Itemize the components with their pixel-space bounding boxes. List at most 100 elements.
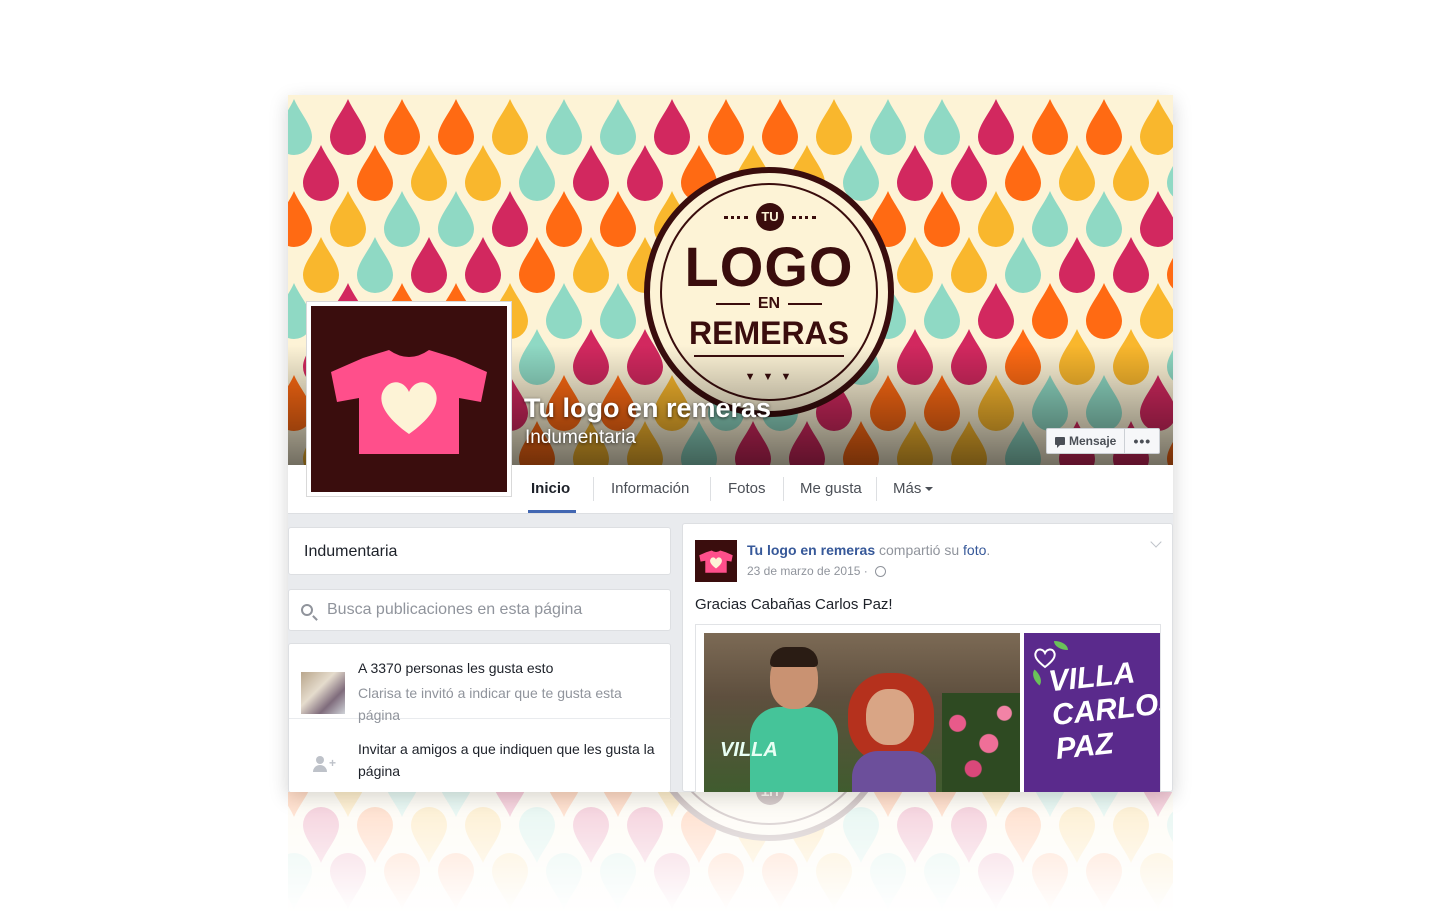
raindrop <box>411 145 447 201</box>
raindrop <box>924 191 960 247</box>
raindrop <box>1167 258 1173 289</box>
tab-fotos[interactable]: Fotos <box>728 465 766 513</box>
likes-count[interactable]: A 3370 personas les gusta esto <box>358 660 553 676</box>
tab-mas[interactable]: Más <box>893 465 934 513</box>
message-icon <box>1055 437 1065 448</box>
tab-separator <box>593 477 594 501</box>
tab-separator <box>783 477 784 501</box>
raindrop <box>1086 283 1122 339</box>
raindrop <box>330 191 366 247</box>
emblem-tu: TU <box>756 203 784 231</box>
post-date-text: 23 de marzo de 2015 <box>747 564 861 578</box>
raindrop <box>1086 99 1122 155</box>
raindrop <box>384 99 420 155</box>
raindrop <box>1059 237 1095 293</box>
message-button-label: Mensaje <box>1069 434 1117 448</box>
raindrop <box>465 145 501 201</box>
emblem-logo-text: LOGO <box>684 235 854 298</box>
raindrop <box>288 191 312 247</box>
raindrop <box>1167 166 1173 197</box>
raindrop <box>1140 191 1173 247</box>
raindrop <box>978 283 1014 339</box>
tshirt-heart-icon <box>699 550 733 573</box>
post-header-period: . <box>986 542 991 558</box>
post-timestamp[interactable]: 23 de marzo de 2015 · <box>747 564 887 578</box>
raindrop <box>438 191 474 247</box>
raindrop <box>951 145 987 201</box>
raindrop <box>288 99 312 155</box>
emblem-dots-left <box>724 216 748 219</box>
person-man <box>750 647 838 792</box>
flowers <box>942 693 1020 792</box>
caret-down-icon <box>925 487 934 492</box>
raindrop <box>1140 99 1173 155</box>
ellipsis-icon: ••• <box>1133 433 1152 449</box>
raindrop <box>303 237 339 293</box>
raindrop <box>1032 99 1068 155</box>
cover-actions: Mensaje ••• <box>1046 428 1161 454</box>
category-card: Indumentaria <box>288 527 671 575</box>
post-photo-side[interactable]: VILLA CARLOS PAZ <box>1024 633 1160 792</box>
post-header: Tu logo en remeras compartió su foto. <box>747 542 990 558</box>
raindrop <box>330 99 366 155</box>
raindrop <box>924 283 960 339</box>
raindrop <box>546 191 582 247</box>
raindrop <box>357 237 393 293</box>
raindrop <box>357 145 393 201</box>
facebook-page: TU LOGO EN REMERAS ▼ ▼ ▼ Tu logo en reme… <box>288 95 1173 792</box>
raindrop <box>1032 191 1068 247</box>
invite-friends-row[interactable]: + Invitar a amigos a que indiquen que le… <box>289 718 672 792</box>
profile-picture-image <box>311 306 507 492</box>
shirt-print-text: VILLA <box>720 739 778 761</box>
tab-inicio[interactable]: Inicio <box>531 465 570 513</box>
side-text: VILLA CARLOS PAZ <box>1046 656 1160 766</box>
raindrop <box>1140 283 1173 339</box>
raindrop <box>600 99 636 155</box>
raindrop <box>654 99 690 155</box>
raindrop <box>438 99 474 155</box>
post-photo-main[interactable]: VILLA <box>704 633 1020 792</box>
search-input[interactable]: Busca publicaciones en esta página <box>327 601 582 619</box>
tab-mas-label: Más <box>893 480 922 497</box>
message-button[interactable]: Mensaje <box>1047 429 1126 453</box>
page-reflection: TU LOGO EN REMERAS ▼ ▼ ▼ Tu logo en reme… <box>288 792 1173 912</box>
category-label[interactable]: Indumentaria <box>304 543 397 560</box>
likes-row: A 3370 personas les gusta esto Clarisa t… <box>289 644 672 723</box>
raindrop <box>762 99 798 155</box>
page-category[interactable]: Indumentaria <box>525 427 636 449</box>
raindrop <box>1113 145 1149 201</box>
reflection-fade <box>288 792 1173 912</box>
page-search[interactable]: Busca publicaciones en esta página <box>288 589 671 631</box>
post-author-avatar[interactable] <box>695 540 737 582</box>
friend-thumbnail[interactable] <box>301 672 345 714</box>
emblem-en-label: EN <box>757 295 781 312</box>
post-author-link[interactable]: Tu logo en remeras <box>747 542 875 558</box>
raindrop <box>546 283 582 339</box>
raindrop <box>492 191 528 247</box>
raindrop <box>816 99 852 155</box>
invite-friends-text[interactable]: Invitar a amigos a que indiquen que les … <box>358 738 663 782</box>
tab-separator <box>710 477 711 501</box>
raindrop <box>1005 237 1041 293</box>
tab-informacion[interactable]: Información <box>611 465 689 513</box>
tab-separator <box>876 477 877 501</box>
villa-carlos-paz-text: VILLA CARLOS PAZ <box>1046 656 1160 767</box>
tab-me-gusta[interactable]: Me gusta <box>800 465 862 513</box>
raindrop <box>546 99 582 155</box>
emblem-en-text: EN <box>650 295 888 313</box>
raindrop <box>519 237 555 293</box>
raindrop <box>303 145 339 201</box>
more-options-button[interactable]: ••• <box>1125 429 1159 453</box>
leaf-icon <box>1028 669 1046 686</box>
page-title[interactable]: Tu logo en remeras <box>524 393 771 424</box>
profile-picture[interactable] <box>306 301 512 497</box>
raindrop <box>843 145 879 201</box>
post-photo-link[interactable]: foto <box>963 542 986 558</box>
raindrop <box>1005 145 1041 201</box>
post-card: Tu logo en remeras compartió su foto. 23… <box>682 523 1173 792</box>
chevron-down-icon[interactable] <box>1150 536 1162 548</box>
post-action-text: compartió su <box>879 542 960 558</box>
raindrop <box>573 237 609 293</box>
raindrop <box>1113 237 1149 293</box>
raindrop <box>708 99 744 155</box>
